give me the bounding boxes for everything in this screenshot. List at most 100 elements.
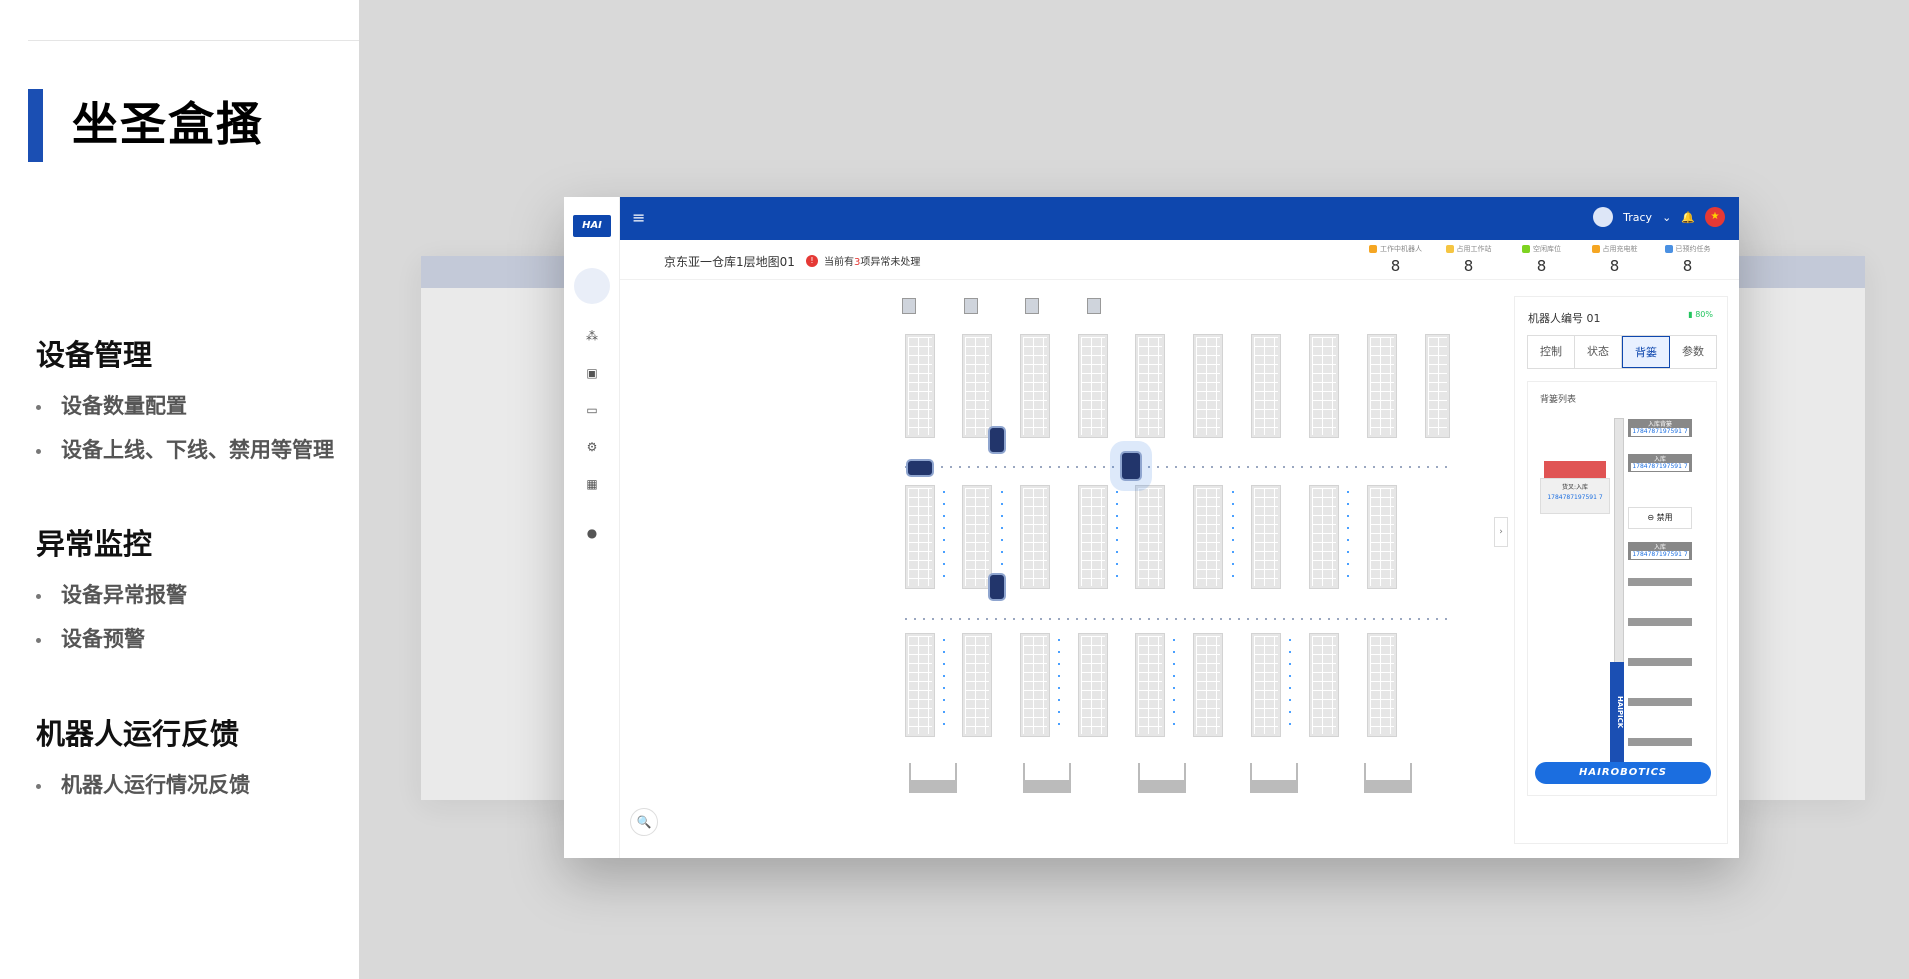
background-screenshot-left	[421, 256, 571, 800]
shelf-rack[interactable]	[962, 633, 992, 737]
shelf-rack[interactable]	[1020, 633, 1050, 737]
divider	[28, 40, 359, 41]
flag-icon[interactable]: ★	[1705, 207, 1725, 227]
tray-slot[interactable]	[1628, 578, 1692, 586]
hamburger-icon[interactable]: ≡	[632, 208, 645, 227]
brand-base: HAIROBOTICS	[1535, 762, 1711, 784]
shelf-rack[interactable]	[1367, 334, 1397, 438]
tray-item[interactable]: 入库背篓 1784787197591 7	[1628, 419, 1692, 437]
top-bar: ≡ Tracy ⌄ 🔔 ★	[564, 197, 1739, 240]
robot-icon-selected[interactable]	[1120, 451, 1142, 481]
sidebar: HAI ⁂ ▣ ▭ ⚙ ▦ ●	[564, 197, 620, 858]
robot-icon[interactable]	[988, 426, 1006, 454]
alert-banner[interactable]: ! 当前有3项异常未处理	[806, 253, 920, 268]
search-icon[interactable]: 🔍	[630, 808, 658, 836]
shelf-rack[interactable]	[1193, 334, 1223, 438]
title-accent-bar	[28, 89, 43, 162]
shelf-rack[interactable]	[1251, 485, 1281, 589]
chevron-down-icon[interactable]: ⌄	[1662, 211, 1671, 224]
topology-icon[interactable]: ⁂	[564, 318, 620, 355]
shelf-rack[interactable]	[1135, 633, 1165, 737]
robot-id: 机器人编号 01	[1528, 312, 1601, 325]
feature-item: 机器人运行情况反馈	[36, 763, 250, 807]
shelf-rack[interactable]	[1367, 485, 1397, 589]
shelf-rack[interactable]	[1078, 485, 1108, 589]
gear-icon[interactable]: ⚙	[564, 429, 620, 466]
feature-item: 设备数量配置	[36, 384, 334, 428]
workstation[interactable]	[1364, 763, 1412, 793]
tab-params[interactable]: 参数	[1670, 336, 1716, 368]
shelf-rack[interactable]	[1135, 334, 1165, 438]
map-title: 京东亚一仓库1层地图01	[664, 255, 795, 269]
fork-card[interactable]: 货叉:入库 1784787197591 7	[1540, 478, 1610, 514]
workstation[interactable]	[1250, 763, 1298, 793]
tab-basket[interactable]: 背篓	[1622, 336, 1670, 368]
shelf-rack[interactable]	[1020, 485, 1050, 589]
shelf-rack[interactable]	[1309, 633, 1339, 737]
workstation[interactable]	[1023, 763, 1071, 793]
grid-icon[interactable]: ▦	[564, 466, 620, 503]
image-icon[interactable]: ▣	[564, 355, 620, 392]
avatar[interactable]	[574, 268, 610, 304]
shelf-rack[interactable]	[1193, 485, 1223, 589]
help-icon[interactable]: ●	[564, 515, 620, 552]
robot-icon[interactable]	[988, 573, 1006, 601]
stats-bar: 工作中机器人 8 占用工作站 8 空闲库位 8 占用充电桩 8 已预约任务 8	[1368, 244, 1715, 275]
shelf-rack[interactable]	[905, 334, 935, 438]
shelf-rack[interactable]	[1251, 334, 1281, 438]
feature-item: 设备预警	[36, 617, 187, 661]
path-dots	[1347, 491, 1349, 586]
shelf-rack[interactable]	[962, 334, 992, 438]
shelf-rack[interactable]	[1193, 633, 1223, 737]
tray-slot[interactable]	[1628, 698, 1692, 706]
tray-slot[interactable]	[1628, 618, 1692, 626]
shelf-rack[interactable]	[1425, 334, 1450, 438]
shelf-rack[interactable]	[1020, 334, 1050, 438]
workstation[interactable]	[909, 763, 957, 793]
logo: HAI	[573, 215, 611, 237]
path-dots	[905, 618, 1450, 620]
shelf-rack[interactable]	[1251, 633, 1281, 737]
section-robot-feedback: 机器人运行反馈 机器人运行情况反馈	[36, 711, 250, 807]
tray-slot[interactable]	[1628, 738, 1692, 746]
shelf-rack[interactable]	[1078, 633, 1108, 737]
shelf-rack[interactable]	[1367, 633, 1397, 737]
basket-list: 背篓列表 入库背篓 1784787197591 7 入库 1784787197591…	[1527, 381, 1717, 796]
tray-item[interactable]: 入库 1784787197591 7	[1628, 454, 1692, 472]
section-exception-monitor: 异常监控 设备异常报警 设备预警	[36, 521, 187, 661]
shelf-rack[interactable]	[962, 485, 992, 589]
shelf-rack[interactable]	[905, 485, 935, 589]
charger-icon	[1025, 298, 1039, 314]
tab-control[interactable]: 控制	[1528, 336, 1575, 368]
shelf-rack[interactable]	[1309, 485, 1339, 589]
avatar[interactable]	[1593, 207, 1614, 227]
panel-tabs: 控制 状态 背篓 参数	[1527, 335, 1717, 369]
fork-alert-icon	[1544, 461, 1606, 478]
shelf-rack[interactable]	[905, 633, 935, 737]
alert-icon: !	[806, 254, 818, 267]
disabled-tray[interactable]: ⊖ 禁用	[1628, 507, 1692, 529]
background-screenshot-right	[1735, 256, 1865, 800]
stat-occupied-stations: 占用工作站 8	[1441, 244, 1496, 275]
side-nav: ⁂ ▣ ▭ ⚙ ▦ ●	[564, 257, 620, 552]
stat-free-slots: 空闲库位 8	[1514, 244, 1569, 275]
bell-icon[interactable]: 🔔	[1681, 211, 1695, 224]
path-dots	[905, 466, 1450, 468]
path-dots	[1173, 639, 1175, 734]
username[interactable]: Tracy	[1623, 211, 1652, 224]
stat-occupied-chargers: 占用充电桩 8	[1587, 244, 1642, 275]
shelf-rack[interactable]	[1309, 334, 1339, 438]
tray-slot[interactable]	[1628, 658, 1692, 666]
monitor-icon[interactable]: ▭	[564, 392, 620, 429]
robot-icon[interactable]	[906, 459, 934, 477]
path-dots	[1001, 491, 1003, 586]
shelf-rack[interactable]	[1078, 334, 1108, 438]
workstation[interactable]	[1138, 763, 1186, 793]
warehouse-map[interactable]	[620, 281, 1450, 858]
shelf-rack[interactable]	[1135, 485, 1165, 589]
pole-brand-label: HAIPICK	[1610, 662, 1624, 762]
tab-status[interactable]: 状态	[1575, 336, 1622, 368]
section-heading: 设备管理	[36, 338, 153, 372]
tray-item[interactable]: 入库 1784787197591 7	[1628, 542, 1692, 560]
chevron-right-icon[interactable]: ›	[1494, 517, 1508, 547]
